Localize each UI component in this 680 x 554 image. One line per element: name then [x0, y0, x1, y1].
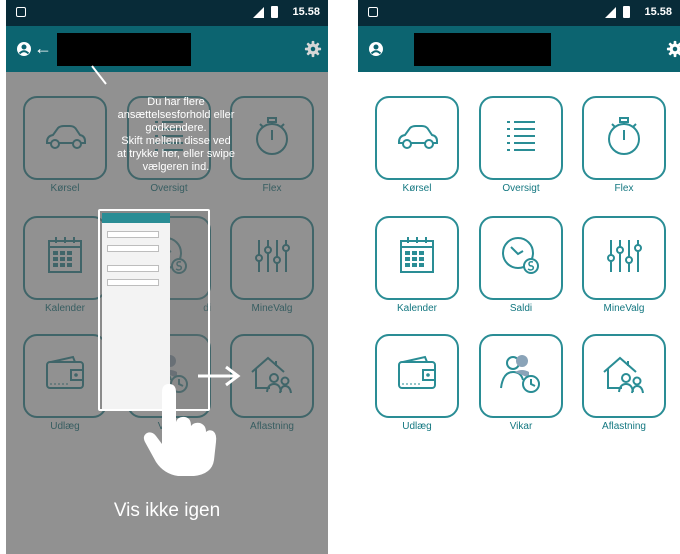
tile-flex[interactable]: Flex: [582, 96, 666, 194]
status-time: 15.58: [644, 6, 672, 18]
tile-minevalg-button[interactable]: [582, 216, 666, 300]
tile-aflastning[interactable]: Aflastning: [582, 334, 666, 432]
tile-saldi-button[interactable]: [479, 216, 563, 300]
tile-label: Udlæg: [402, 421, 432, 432]
tile-korsel-button[interactable]: [375, 96, 459, 180]
tile-label: Flex: [614, 183, 634, 194]
user-icon[interactable]: [16, 41, 32, 57]
tile-label: Kørsel: [402, 183, 432, 194]
calendar-icon: [391, 230, 443, 287]
tile-aflastning-button[interactable]: [582, 334, 666, 418]
tooltip-pointer-line: [91, 65, 107, 85]
tile-udlaeg-button[interactable]: [375, 334, 459, 418]
user-icon[interactable]: [368, 41, 384, 57]
signal-icon: [253, 7, 264, 18]
tile-flex-button[interactable]: [582, 96, 666, 180]
app-bar: ←: [6, 26, 328, 72]
tile-oversigt-button[interactable]: [479, 96, 563, 180]
tile-label: Saldi: [509, 303, 533, 314]
signal-icon: [605, 7, 616, 18]
tile-korsel[interactable]: Kørsel: [375, 96, 459, 194]
list-icon: [495, 110, 547, 167]
dont-show-again-button[interactable]: Vis ikke igen: [6, 500, 328, 522]
tile-vikar-button[interactable]: [479, 334, 563, 418]
notification-icon: [368, 7, 378, 17]
car-icon: [391, 110, 443, 167]
tile-vikar[interactable]: Vikar: [479, 334, 563, 432]
tile-udlaeg[interactable]: Udlæg: [375, 334, 459, 432]
stopwatch-icon: [598, 110, 650, 167]
battery-icon: [271, 6, 278, 18]
tile-kalender[interactable]: Kalender: [375, 216, 459, 314]
tile-label: MineValg: [603, 303, 645, 314]
status-bar: 15.58: [358, 0, 680, 26]
app-bar: [358, 26, 680, 72]
onboarding-tooltip: Du har flere ansættelsesforhold eller go…: [117, 96, 235, 173]
tile-label: Aflastning: [602, 421, 646, 432]
sliders-icon: [598, 230, 650, 287]
wallet-icon: [391, 348, 443, 405]
gear-icon[interactable]: [304, 40, 322, 58]
substitute-person-clock-icon: [495, 348, 547, 405]
tile-label: Oversigt: [502, 183, 540, 194]
redacted-employee-name[interactable]: [57, 33, 191, 66]
clock-coin-icon: [495, 230, 547, 287]
tile-saldi[interactable]: Saldi: [479, 216, 563, 314]
tile-kalender-button[interactable]: [375, 216, 459, 300]
tile-minevalg[interactable]: MineValg: [582, 216, 666, 314]
battery-icon: [623, 6, 630, 18]
status-time: 15.58: [292, 6, 320, 18]
swipe-illustration: [98, 209, 210, 411]
phone-screen-home: 15.58 Kørsel Oversigt Flex Kalender Saldi Min…: [358, 0, 680, 554]
phone-screen-onboarding: 15.58 ← KørselOversigtFlexKalenderdiMine…: [6, 0, 328, 554]
notification-icon: [16, 7, 26, 17]
house-people-icon: [598, 348, 650, 405]
arrow-left-icon[interactable]: ←: [34, 39, 52, 57]
swipe-hand-icon: [143, 384, 217, 476]
status-bar: 15.58: [6, 0, 328, 26]
gear-icon[interactable]: [666, 40, 680, 58]
tile-label: Kalender: [396, 303, 438, 314]
employment-selector-preview: [102, 213, 170, 409]
tile-label: Vikar: [509, 421, 533, 432]
redacted-employee-name[interactable]: [414, 33, 551, 66]
tile-oversigt[interactable]: Oversigt: [479, 96, 563, 194]
